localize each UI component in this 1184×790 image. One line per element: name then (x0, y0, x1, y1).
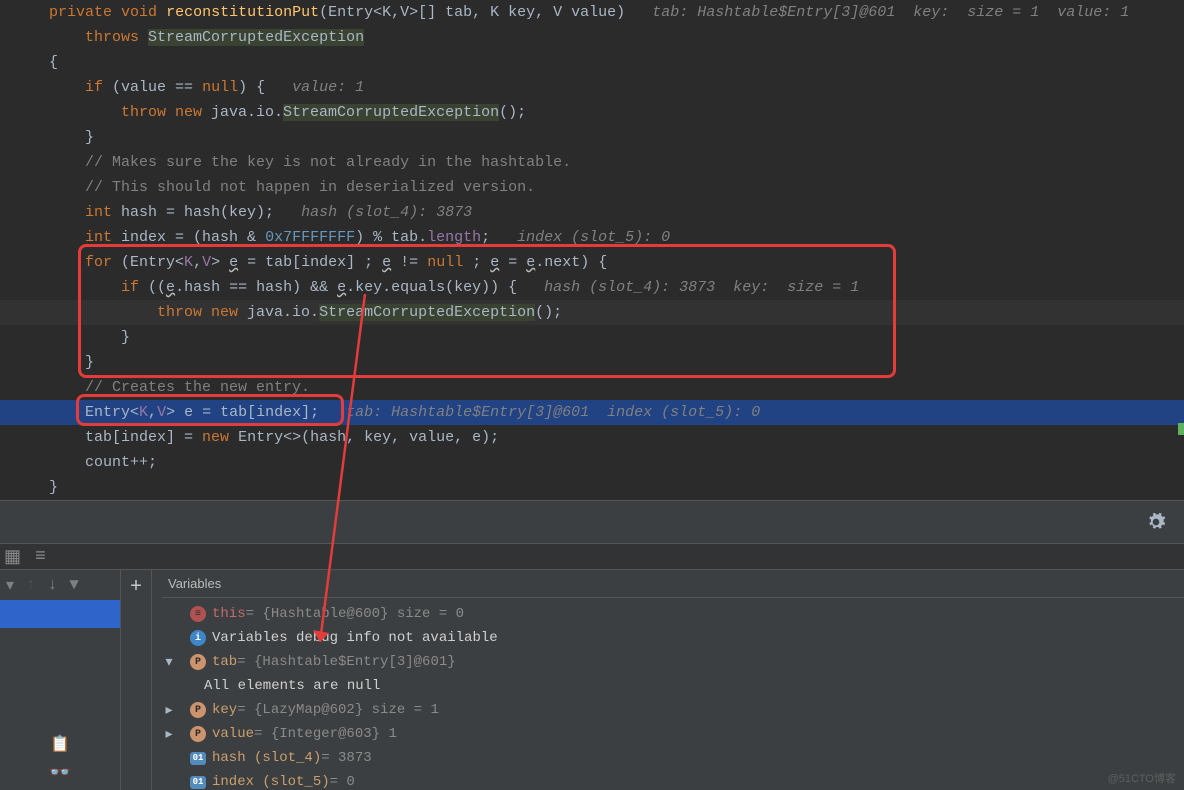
step-down-icon[interactable]: ↓ (48, 576, 58, 594)
field-badge-icon: ≡ (190, 606, 206, 622)
variables-column: Variables ≡ this = {Hashtable@600} size … (152, 570, 1184, 790)
var-index[interactable]: 01 index (slot_5) = 0 (162, 770, 1184, 790)
var-hash[interactable]: 01 hash (slot_4) = 3873 (162, 746, 1184, 770)
clipboard-icon[interactable]: 📋 (50, 734, 70, 754)
frames-column: ▾ ↑ ↓ ▼ 📋 👓 (0, 570, 121, 790)
param-badge-icon: P (190, 654, 206, 670)
info-icon: i (190, 630, 206, 646)
dropdown-icon[interactable]: ▾ (6, 575, 14, 595)
debug-layout-strip: ▦ ≡ (0, 544, 1184, 570)
filter-icon[interactable]: ▼ (69, 576, 79, 594)
var-key[interactable]: ▸ P key = {LazyMap@602} size = 1 (162, 698, 1184, 722)
annotation-arrow (310, 294, 380, 654)
calculator-icon[interactable]: ▦ (4, 546, 21, 568)
slot-badge-icon: 01 (190, 776, 206, 789)
watermark: @51CTO博客 (1108, 770, 1176, 786)
param-badge-icon: P (190, 702, 206, 718)
param-badge-icon: P (190, 726, 206, 742)
expand-icon[interactable]: ▸ (162, 702, 176, 719)
watch-icon[interactable]: 👓 (49, 762, 71, 784)
layout-icon[interactable]: ≡ (35, 547, 46, 567)
expand-icon[interactable]: ▸ (162, 726, 176, 743)
debug-toolbar (0, 500, 1184, 544)
selected-frame[interactable] (0, 600, 120, 628)
expand-icon[interactable]: ▾ (162, 654, 176, 671)
add-watch-icon[interactable]: + (130, 576, 142, 599)
variables-gutter: + (121, 570, 152, 790)
gear-icon[interactable] (1146, 512, 1166, 532)
var-value[interactable]: ▸ P value = {Integer@603} 1 (162, 722, 1184, 746)
var-tab-elements: All elements are null (162, 674, 1184, 698)
code-editor[interactable]: private void reconstitutionPut(Entry<K,V… (0, 0, 1184, 500)
slot-badge-icon: 01 (190, 752, 206, 765)
debugger-panel: ▾ ↑ ↓ ▼ 📋 👓 + Variables ≡ this = {Hashta… (0, 570, 1184, 790)
step-up-icon: ↑ (26, 576, 36, 594)
source-code[interactable]: private void reconstitutionPut(Entry<K,V… (0, 0, 1184, 500)
